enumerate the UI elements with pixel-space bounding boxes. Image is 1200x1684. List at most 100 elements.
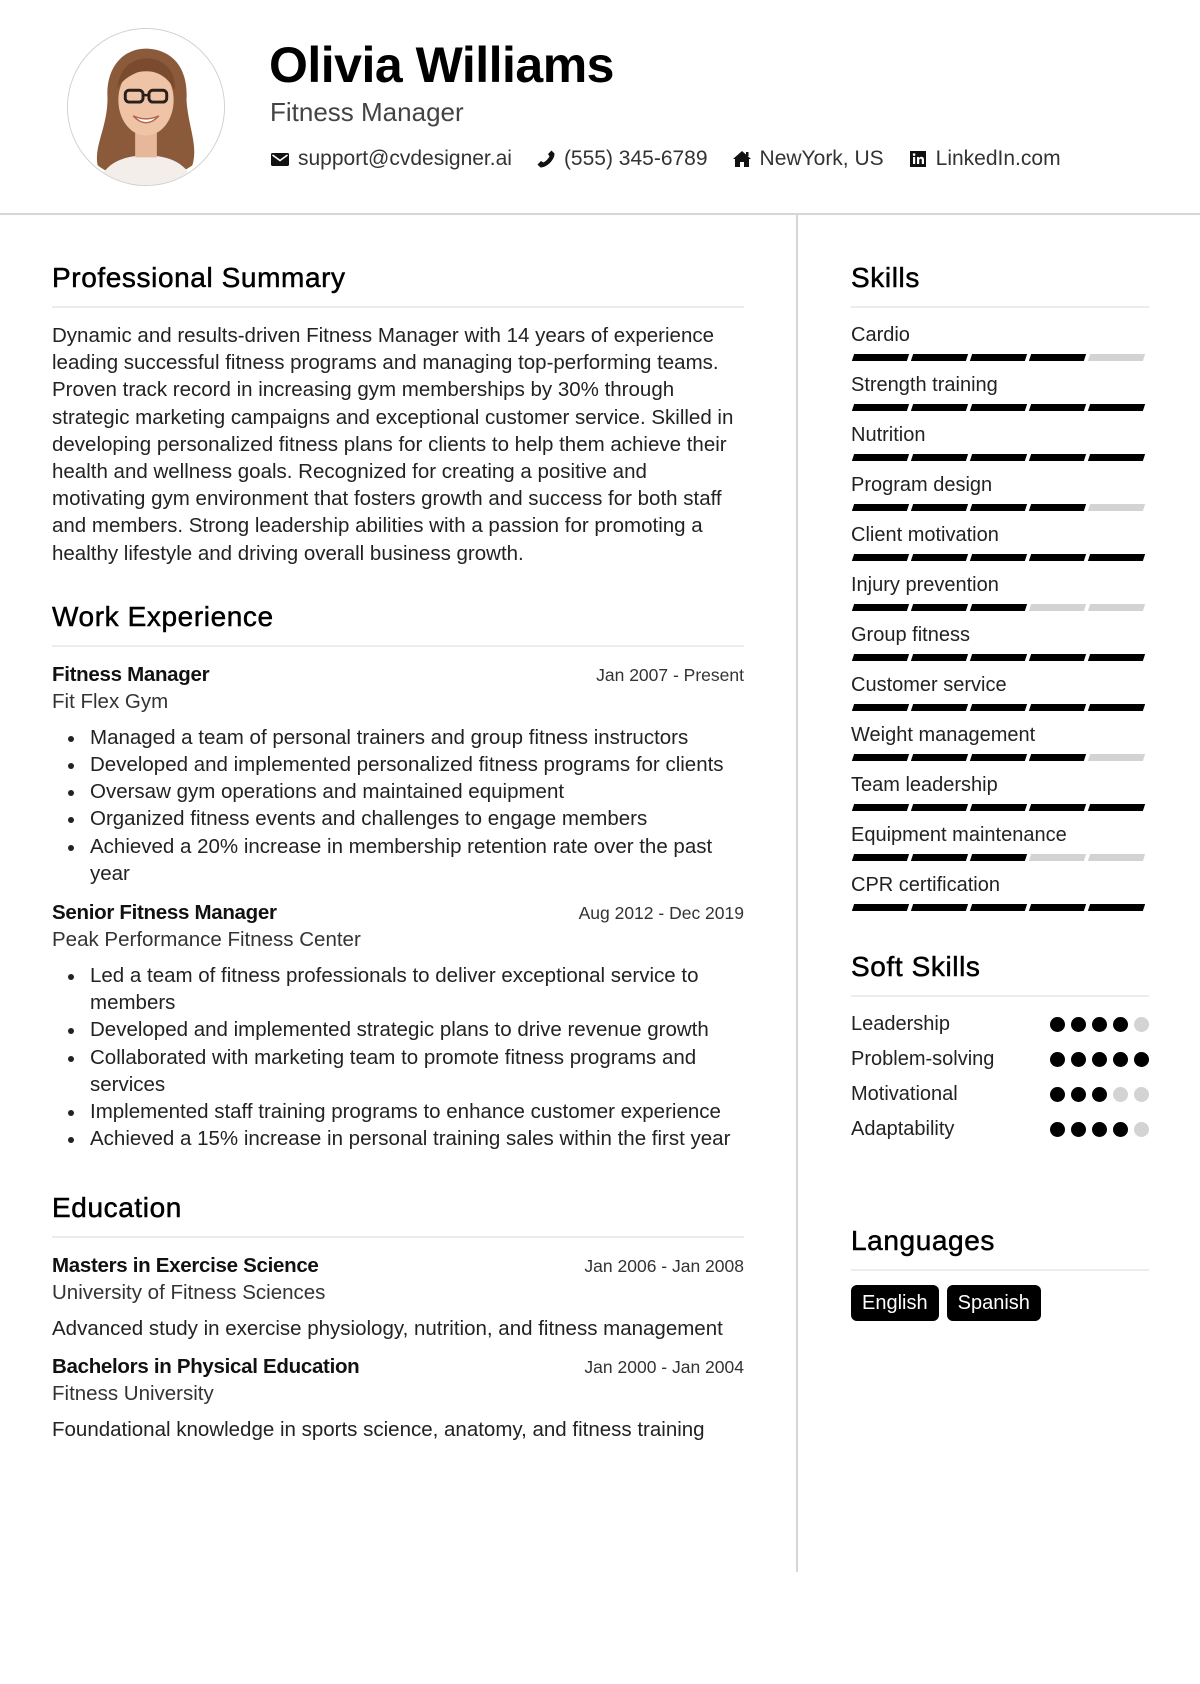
skill-segment-filled: [1087, 704, 1146, 711]
soft-skill-label: Leadership: [851, 1013, 950, 1035]
profile-photo: [67, 28, 225, 186]
skill-item: Cardio: [851, 322, 1149, 361]
skill-segment-filled: [851, 454, 910, 461]
contact-location: NewYork, US: [732, 147, 884, 171]
skill-segment-filled: [851, 754, 910, 761]
job-bullet: Developed and implemented strategic plan…: [52, 1016, 744, 1043]
candidate-name: Olivia Williams: [269, 37, 614, 93]
section-divider: [851, 306, 1149, 308]
skills-list: Cardio Strength training Nutrition Program …: [851, 322, 1149, 911]
skill-item: Group fitness: [851, 622, 1149, 661]
skill-segment-filled: [969, 504, 1028, 511]
contact-email[interactable]: support@cvdesigner.ai: [270, 147, 512, 171]
degree-title: Bachelors in Physical Education: [52, 1355, 360, 1379]
skill-segment-filled: [969, 854, 1028, 861]
skill-segment-filled: [1087, 454, 1146, 461]
home-icon: [732, 149, 752, 169]
soft-skill-item: Motivational: [851, 1077, 1149, 1112]
skill-segment-filled: [851, 504, 910, 511]
rating-dot-filled: [1050, 1017, 1065, 1032]
skill-segment-filled: [1028, 454, 1087, 461]
skill-label: Team leadership: [851, 774, 998, 796]
contact-phone[interactable]: (555) 345-6789: [536, 147, 708, 171]
phone-icon: [536, 149, 556, 169]
skill-segment-filled: [910, 454, 969, 461]
rating-dot-filled: [1134, 1052, 1149, 1067]
skill-level-bar: [851, 754, 1149, 761]
rating-dot-filled: [1092, 1017, 1107, 1032]
skill-segment-filled: [910, 604, 969, 611]
skill-segment-empty: [1028, 854, 1087, 861]
rating-dot-filled: [1113, 1122, 1128, 1137]
skill-segment-filled: [910, 504, 969, 511]
skill-label: Injury prevention: [851, 574, 999, 596]
skill-segment-filled: [910, 404, 969, 411]
skill-segment-filled: [1087, 654, 1146, 661]
contact-phone-text: (555) 345-6789: [563, 147, 708, 170]
job-bullet: Developed and implemented personalized f…: [52, 751, 744, 778]
job-bullet: Organized fitness events and challenges …: [52, 805, 744, 832]
skill-item: Nutrition: [851, 422, 1149, 461]
skill-segment-filled: [1028, 404, 1087, 411]
skill-segment-filled: [910, 704, 969, 711]
skill-label: Weight management: [851, 724, 1036, 746]
rating-dot-empty: [1134, 1017, 1149, 1032]
job-entry: Senior Fitness Manager Aug 2012 - Dec 20…: [52, 901, 744, 1152]
rating-dot-filled: [1092, 1087, 1107, 1102]
contact-linkedin[interactable]: LinkedIn.com: [908, 147, 1061, 171]
skill-item: Client motivation: [851, 522, 1149, 561]
skill-segment-filled: [851, 354, 910, 361]
section-heading: Languages: [851, 1225, 995, 1257]
skill-label: Customer service: [851, 674, 1007, 696]
skill-segment-filled: [851, 854, 910, 861]
skill-label: Cardio: [851, 324, 910, 346]
job-entry: Fitness Manager Jan 2007 - Present Fit F…: [52, 663, 744, 887]
job-bullet: Managed a team of personal trainers and …: [52, 724, 744, 751]
skill-segment-filled: [1028, 904, 1087, 911]
summary-section: Professional Summary Dynamic and results…: [52, 262, 744, 567]
soft-skill-item: Leadership: [851, 1007, 1149, 1042]
soft-skills-section: Soft Skills Leadership Problem-solving Mot…: [851, 951, 1149, 1147]
candidate-title: Fitness Manager: [270, 97, 464, 127]
linkedin-icon: [908, 149, 928, 169]
section-divider: [851, 995, 1149, 997]
skill-segment-filled: [1087, 554, 1146, 561]
job-bullet: Achieved a 15% increase in personal trai…: [52, 1125, 744, 1152]
skill-segment-filled: [910, 904, 969, 911]
education-entry: Bachelors in Physical Education Jan 2000…: [52, 1355, 744, 1442]
skill-segment-filled: [910, 754, 969, 761]
skill-segment-filled: [851, 704, 910, 711]
rating-dot-filled: [1050, 1052, 1065, 1067]
skill-segment-filled: [969, 354, 1028, 361]
soft-skill-rating: [1050, 1122, 1149, 1137]
rating-dot-filled: [1113, 1052, 1128, 1067]
skill-segment-filled: [1028, 504, 1087, 511]
skill-segment-empty: [1087, 754, 1146, 761]
job-dates: Jan 2007 - Present: [596, 664, 744, 685]
job-bullet: Achieved a 20% increase in membership re…: [52, 833, 744, 887]
rating-dot-filled: [1071, 1017, 1086, 1032]
languages-section: Languages English Spanish: [851, 1225, 1149, 1321]
job-bullet: Oversaw gym operations and maintained eq…: [52, 778, 744, 805]
skill-segment-filled: [1087, 404, 1146, 411]
skill-segment-filled: [1028, 354, 1087, 361]
soft-skill-label: Problem-solving: [851, 1048, 995, 1070]
job-company: Peak Performance Fitness Center: [52, 928, 361, 952]
skill-segment-filled: [969, 454, 1028, 461]
skill-label: Program design: [851, 474, 993, 496]
skill-segment-empty: [1087, 854, 1146, 861]
rating-dot-filled: [1071, 1122, 1086, 1137]
summary-text: Dynamic and results-driven Fitness Manag…: [52, 324, 734, 565]
rating-dot-filled: [1050, 1087, 1065, 1102]
degree-title: Masters in Exercise Science: [52, 1254, 319, 1278]
skill-label: CPR certification: [851, 874, 1000, 896]
skill-segment-filled: [1028, 554, 1087, 561]
rating-dot-filled: [1092, 1052, 1107, 1067]
skill-level-bar: [851, 554, 1149, 561]
section-heading: Soft Skills: [851, 951, 981, 983]
soft-skills-list: Leadership Problem-solving Motivational Ada…: [851, 1007, 1149, 1147]
section-divider: [851, 1269, 1149, 1271]
column-divider: [796, 215, 798, 1572]
skill-segment-filled: [969, 554, 1028, 561]
education-section: Education Masters in Exercise Science Ja…: [52, 1192, 744, 1442]
